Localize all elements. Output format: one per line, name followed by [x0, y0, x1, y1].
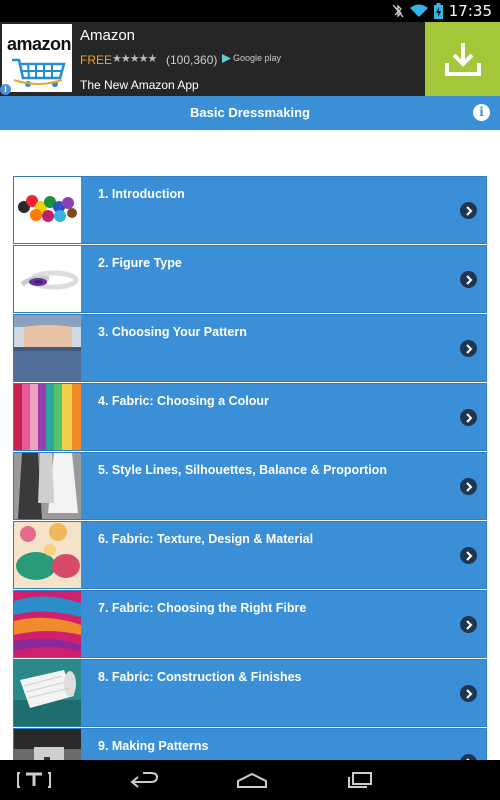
thread-spools-thumbnail: [14, 177, 81, 243]
tape-measure-thumbnail: [14, 246, 81, 312]
list-item-label: 8. Fabric: Construction & Finishes: [98, 670, 302, 684]
list-item-label: 5. Style Lines, Silhouettes, Balance & P…: [98, 463, 387, 477]
ad-subtitle: The New Amazon App: [80, 78, 199, 92]
list-item[interactable]: 4. Fabric: Choosing a Colour: [13, 383, 487, 451]
list-item-label: 1. Introduction: [98, 187, 185, 201]
fabric-rolls-thumbnail: [14, 384, 81, 450]
chapter-list: 1. Introduction 2. Figure Type 3. Choosi…: [13, 176, 487, 797]
chevron-right-icon[interactable]: [460, 478, 477, 495]
ad-review-count: (100,360): [166, 53, 218, 67]
list-item[interactable]: 6. Fabric: Texture, Design & Material: [13, 521, 487, 589]
google-play-badge: Google play: [222, 53, 281, 63]
chevron-right-icon[interactable]: [460, 409, 477, 426]
yarn-cone-thumbnail: [14, 660, 81, 726]
chevron-right-icon[interactable]: [460, 616, 477, 633]
download-icon: [444, 43, 481, 76]
ad-title: Amazon: [80, 27, 136, 44]
chevron-right-icon[interactable]: [460, 271, 477, 288]
chevron-right-icon[interactable]: [460, 340, 477, 357]
list-item[interactable]: 5. Style Lines, Silhouettes, Balance & P…: [13, 452, 487, 520]
list-item[interactable]: 7. Fabric: Choosing the Right Fibre: [13, 590, 487, 658]
amazon-logo: amazon: [2, 24, 72, 92]
textured-fabric-thumbnail: [14, 522, 81, 588]
list-item[interactable]: 3. Choosing Your Pattern: [13, 314, 487, 382]
ad-choices-icon[interactable]: i: [0, 84, 11, 95]
list-item[interactable]: 1. Introduction: [13, 176, 487, 244]
list-item-label: 9. Making Patterns: [98, 739, 209, 753]
page-title: Basic Dressmaking: [190, 105, 310, 120]
home-icon[interactable]: [232, 768, 272, 792]
app-header: Basic Dressmaking i: [0, 96, 500, 130]
list-item-label: 2. Figure Type: [98, 256, 182, 270]
dresses-thumbnail: [14, 453, 81, 519]
wifi-icon: [409, 4, 428, 18]
silk-fabric-thumbnail: [14, 591, 81, 657]
google-play-icon: [222, 53, 231, 63]
bluetooth-off-icon: [392, 4, 404, 18]
shopping-cart-icon: [12, 58, 66, 87]
list-item-label: 7. Fabric: Choosing the Right Fibre: [98, 601, 307, 615]
waist-jeans-thumbnail: [14, 315, 81, 381]
system-nav-bar: [0, 760, 500, 800]
battery-charging-icon: [433, 3, 443, 19]
recents-icon[interactable]: [340, 768, 380, 792]
t-logo-icon[interactable]: [14, 768, 54, 792]
ad-download-button[interactable]: [425, 22, 500, 96]
ad-rating-stars: ★★★★★: [112, 53, 157, 65]
chevron-right-icon[interactable]: [460, 685, 477, 702]
list-item-label: 6. Fabric: Texture, Design & Material: [98, 532, 314, 546]
ad-banner[interactable]: amazon i Amazon FREE ★★★★★ (100,360) Goo…: [0, 22, 500, 96]
chevron-right-icon[interactable]: [460, 202, 477, 219]
info-icon[interactable]: i: [473, 104, 490, 121]
back-icon[interactable]: [124, 768, 164, 792]
list-item-label: 3. Choosing Your Pattern: [98, 325, 247, 339]
status-bar: 17:35: [0, 0, 500, 22]
list-item[interactable]: 8. Fabric: Construction & Finishes: [13, 659, 487, 727]
ad-price: FREE: [80, 53, 113, 67]
list-item[interactable]: 2. Figure Type: [13, 245, 487, 313]
chevron-right-icon[interactable]: [460, 547, 477, 564]
list-item-label: 4. Fabric: Choosing a Colour: [98, 394, 269, 408]
clock: 17:35: [448, 2, 492, 20]
